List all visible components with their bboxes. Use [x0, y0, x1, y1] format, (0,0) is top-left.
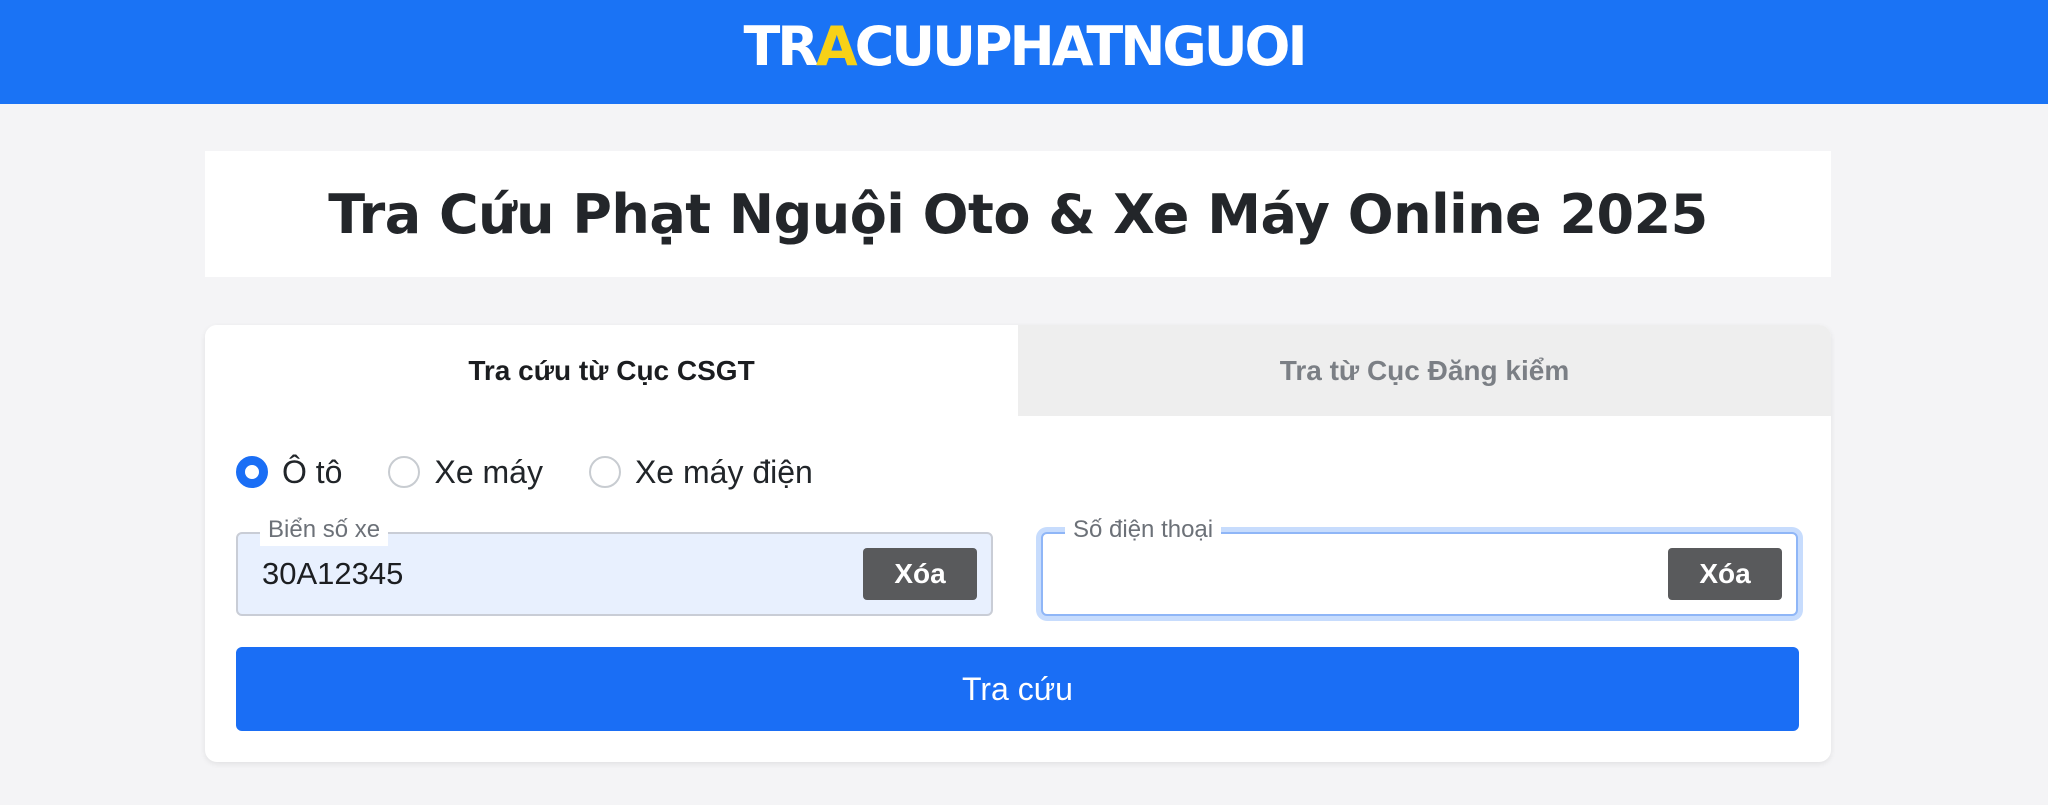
radio-unchecked-icon[interactable]	[588, 456, 621, 488]
radio-unchecked-icon[interactable]	[388, 456, 421, 488]
logo-text-highlight: A	[815, 15, 858, 78]
tab-dang-kiem[interactable]: Tra từ Cục Đăng kiểm	[1018, 325, 1831, 416]
vehicle-type-radio-group: Ô tô Xe máy Xe máy điện	[236, 449, 859, 495]
tab-csgt[interactable]: Tra cứu từ Cục CSGT	[205, 325, 1018, 416]
radio-xe-may-dien-label: Xe máy điện	[634, 453, 813, 490]
site-logo[interactable]: TRACUUPHATNGUOI	[743, 20, 1307, 74]
radio-xe-may-label: Xe máy	[434, 453, 543, 490]
logo-text-part1: TR	[743, 15, 818, 78]
radio-xe-may[interactable]: Xe máy	[388, 453, 543, 491]
phone-field: Số điện thoại Xóa	[1041, 514, 1798, 616]
lookup-tabs: Tra cứu từ Cục CSGT Tra từ Cục Đăng kiểm	[205, 325, 1831, 416]
radio-oto-label: Ô tô	[282, 453, 343, 490]
title-card: Tra Cứu Phạt Nguội Oto & Xe Máy Online 2…	[205, 151, 1831, 277]
lookup-form-card: Tra cứu từ Cục CSGT Tra từ Cục Đăng kiểm…	[205, 325, 1831, 762]
plate-clear-button[interactable]: Xóa	[863, 548, 977, 600]
radio-checked-icon[interactable]	[236, 456, 268, 488]
lookup-submit-button[interactable]: Tra cứu	[236, 647, 1799, 731]
phone-input[interactable]	[1067, 534, 1627, 614]
page-title: Tra Cứu Phạt Nguội Oto & Xe Máy Online 2…	[328, 182, 1708, 246]
top-bar: TRACUUPHATNGUOI	[0, 0, 2048, 104]
radio-xe-may-dien[interactable]: Xe máy điện	[588, 453, 813, 491]
plate-field: Biển số xe 30A12345 Xóa	[236, 514, 993, 616]
plate-input[interactable]: 30A12345	[262, 534, 822, 614]
logo-text-part2: CUUPHATNGUOI	[854, 15, 1308, 78]
radio-oto[interactable]: Ô tô	[236, 454, 342, 491]
phone-clear-button[interactable]: Xóa	[1668, 548, 1782, 600]
